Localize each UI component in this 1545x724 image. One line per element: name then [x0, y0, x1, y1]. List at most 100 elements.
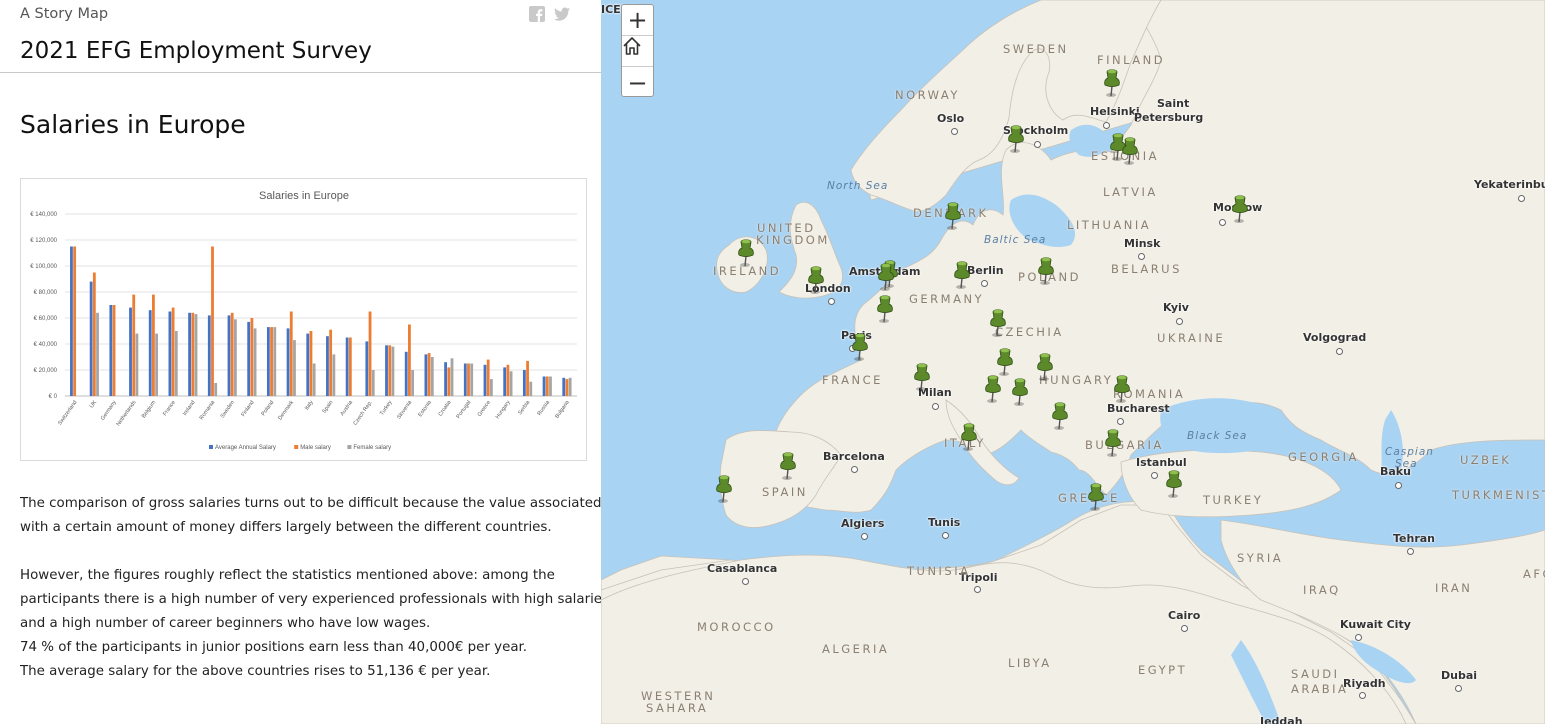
- map-pin-icon[interactable]: [913, 362, 933, 392]
- city-marker: [1176, 318, 1183, 325]
- twitter-icon[interactable]: [554, 6, 570, 22]
- city-marker: [1355, 634, 1362, 641]
- map-pin-icon[interactable]: [960, 422, 980, 452]
- chart-x-tick-label: Czech Rep.: [352, 399, 374, 426]
- zoom-control: + −: [621, 4, 654, 97]
- city-marker: [851, 466, 858, 473]
- chart-x-tick-label: Hungary: [495, 400, 512, 421]
- map-pin-icon[interactable]: [807, 265, 827, 295]
- country-label: SYRIA: [1237, 551, 1284, 565]
- chart-x-tick-label: France: [162, 400, 177, 417]
- map-pin-icon[interactable]: [737, 238, 757, 268]
- chart-bar: [391, 346, 395, 396]
- country-label: SAHARA: [646, 701, 709, 715]
- city-marker: [1395, 482, 1402, 489]
- chart-bar: [148, 310, 152, 396]
- chart-y-tick-label: € 0: [49, 394, 58, 400]
- chart-title: Salaries in Europe: [259, 190, 349, 202]
- chart-x-tick-label: Belgium: [141, 399, 158, 419]
- story-title: 2021 EFG Employment Survey: [20, 38, 372, 64]
- country-label: SAUDI: [1291, 667, 1340, 681]
- map-pin-icon[interactable]: [944, 201, 964, 231]
- map-pin-icon[interactable]: [989, 308, 1009, 338]
- chart-bar: [155, 333, 159, 396]
- chart-x-tick-label: Poland: [261, 400, 276, 417]
- country-label: BELARUS: [1111, 262, 1182, 276]
- map-pin-icon[interactable]: [1165, 469, 1185, 499]
- city-label: Barcelona: [823, 450, 885, 463]
- chart-bar: [463, 363, 467, 396]
- chart-bar: [509, 371, 513, 396]
- chart-bar: [270, 327, 273, 396]
- narrative-line: participants there is a high number of v…: [20, 592, 601, 607]
- chart-x-tick-label: Croatia: [438, 399, 454, 418]
- chart-x-tick-label: Netherlands: [116, 400, 138, 428]
- map-pin-icon[interactable]: [1011, 377, 1031, 407]
- map-pin-icon[interactable]: [1051, 401, 1071, 431]
- map-pin-icon[interactable]: [984, 374, 1004, 404]
- map-pin-icon[interactable]: [877, 262, 897, 292]
- chart-bar: [326, 336, 329, 396]
- city-marker: [1138, 253, 1145, 260]
- map-pin-icon[interactable]: [996, 347, 1016, 377]
- city-marker: [1151, 472, 1158, 479]
- chart-bar: [211, 246, 214, 396]
- city-marker: [1219, 219, 1226, 226]
- city-marker: [1455, 685, 1462, 692]
- map-pin-icon[interactable]: [1104, 428, 1124, 458]
- city-marker: [1117, 418, 1124, 425]
- country-label: UZBEK: [1460, 453, 1512, 467]
- country-label: AFG: [1523, 567, 1545, 581]
- chart-bar: [92, 272, 96, 396]
- chart-bar: [348, 337, 352, 396]
- chart-x-tick-label: Romania: [199, 399, 217, 421]
- city-label: Saint: [1157, 97, 1190, 110]
- map-pin-icon[interactable]: [1007, 124, 1027, 154]
- chart-bar: [388, 345, 392, 396]
- chart-y-tick-label: € 140,000: [30, 212, 57, 218]
- zoom-out-button[interactable]: −: [622, 67, 653, 98]
- city-label: Jeddah: [1260, 715, 1303, 724]
- chart-x-tick-label: Switzerland: [57, 400, 78, 427]
- map-pin-icon[interactable]: [1037, 256, 1057, 286]
- map-pin-icon[interactable]: [715, 474, 735, 504]
- chart-legend-label: Male salary: [300, 445, 331, 451]
- map-pin-icon[interactable]: [953, 260, 973, 290]
- city-marker: [1181, 625, 1188, 632]
- chart-x-tick-label: Serbia: [517, 399, 532, 416]
- country-label: GERMANY: [909, 292, 985, 306]
- map-pin-icon[interactable]: [1121, 136, 1141, 166]
- chart-x-tick-label: Finland: [240, 400, 255, 418]
- map-pin-icon[interactable]: [1087, 482, 1107, 512]
- city-marker: [974, 586, 981, 593]
- map-pin-icon[interactable]: [1036, 352, 1056, 382]
- chart-bar: [214, 383, 218, 396]
- chart-x-tick-label: Bulgaria: [554, 399, 571, 420]
- map-pin-icon[interactable]: [779, 451, 799, 481]
- chart-x-tick-label: Sweden: [220, 400, 236, 420]
- map-pin-icon[interactable]: [876, 294, 896, 324]
- narrative-line: 74 % of the participants in junior posit…: [20, 640, 528, 655]
- chart-x-tick-label: Germany: [100, 400, 118, 422]
- map-pin-icon[interactable]: [1231, 194, 1251, 224]
- chart-bar: [171, 307, 175, 396]
- chart-x-tick-label: Portugal: [456, 400, 473, 420]
- chart-bar: [135, 333, 139, 396]
- zoom-in-icon: +: [627, 6, 648, 34]
- city-label: Petersburg: [1134, 111, 1204, 124]
- country-label: SWEDEN: [1003, 42, 1069, 56]
- city-label: Istanbul: [1136, 456, 1187, 469]
- country-label: MOROCCO: [697, 620, 776, 634]
- chart-legend-swatch: [347, 445, 352, 449]
- chart-bar: [562, 377, 566, 396]
- zoom-in-button[interactable]: +: [622, 5, 653, 36]
- map-pin-icon[interactable]: [1103, 68, 1123, 98]
- map-pin-icon[interactable]: [851, 332, 871, 362]
- chart-bar: [408, 324, 411, 396]
- city-marker: [1336, 348, 1343, 355]
- map-pin-icon[interactable]: [1113, 374, 1133, 404]
- map-view[interactable]: ICELA Oslo Stockholm Helsinki Saint Petersbur…: [601, 0, 1545, 724]
- chart-bar: [309, 331, 313, 396]
- home-button[interactable]: [622, 36, 653, 67]
- facebook-icon[interactable]: [529, 6, 545, 22]
